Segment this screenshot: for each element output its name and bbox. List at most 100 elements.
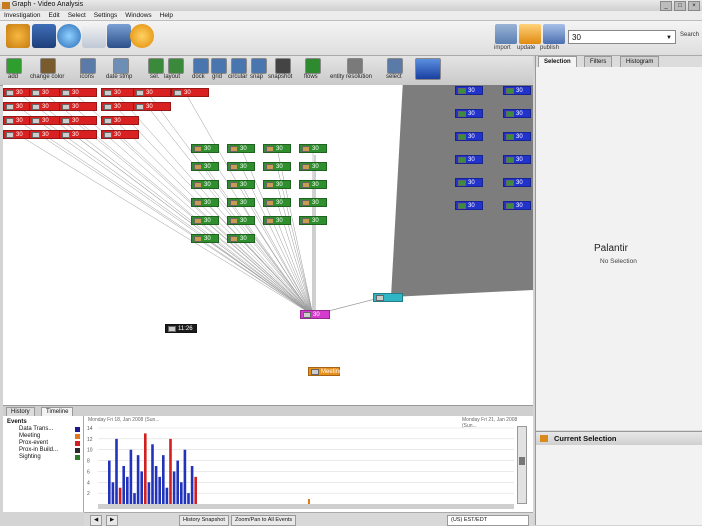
- current-selection-header[interactable]: Current Selection: [536, 431, 702, 446]
- tool-circular[interactable]: circular: [228, 74, 247, 80]
- icons-icon[interactable]: [80, 58, 96, 74]
- snap-icon[interactable]: [251, 58, 267, 74]
- menu-edit[interactable]: Edit: [49, 11, 60, 20]
- hub-node[interactable]: 30: [300, 310, 330, 319]
- tool-snapshot[interactable]: snapshot: [268, 74, 292, 80]
- tool-icons[interactable]: icons: [80, 74, 94, 80]
- add-icon[interactable]: [6, 58, 22, 74]
- event-sighting[interactable]: Sighting: [19, 454, 41, 460]
- graph-node[interactable]: 30: [503, 109, 531, 118]
- graph-node[interactable]: 30: [455, 132, 483, 141]
- minimize-icon[interactable]: _: [660, 1, 672, 11]
- slider-handle[interactable]: [519, 457, 525, 465]
- tool-date-stamp[interactable]: date stmp: [106, 74, 132, 80]
- tool-entity-resolution[interactable]: entity resolution: [330, 74, 372, 80]
- graph-node[interactable]: 30: [171, 88, 209, 97]
- globe-icon[interactable]: [57, 24, 81, 48]
- tool-flows[interactable]: flows: [304, 74, 318, 80]
- zoom-all-events-button[interactable]: Zoom/Pan to All Events: [231, 515, 297, 526]
- circular-icon[interactable]: [231, 58, 247, 74]
- graph-node[interactable]: 30: [191, 198, 219, 207]
- tool-select-all[interactable]: select: [386, 74, 402, 80]
- graph-node[interactable]: 30: [191, 162, 219, 171]
- select-all-icon[interactable]: [387, 58, 403, 74]
- graph-node[interactable]: 30: [227, 180, 255, 189]
- graph-node[interactable]: 30: [299, 180, 327, 189]
- graph-node[interactable]: 30: [263, 216, 291, 225]
- graph-app-icon[interactable]: [32, 24, 56, 48]
- layout-icon[interactable]: [168, 58, 184, 74]
- menu-settings[interactable]: Settings: [94, 11, 118, 20]
- timezone-select[interactable]: (US) EST/EDT: [447, 515, 529, 526]
- graph-node[interactable]: 30: [227, 234, 255, 243]
- graph-node[interactable]: 30: [455, 201, 483, 210]
- graph-node[interactable]: 30: [503, 155, 531, 164]
- select-icon[interactable]: [148, 58, 164, 74]
- graph-node[interactable]: 30: [299, 162, 327, 171]
- graph-node[interactable]: 30: [455, 109, 483, 118]
- chevron-down-icon[interactable]: ▼: [666, 31, 672, 45]
- event-prox-building[interactable]: Prox-in Build...: [19, 447, 58, 453]
- entity-resolution-icon[interactable]: [347, 58, 363, 74]
- import-label[interactable]: import: [494, 45, 511, 51]
- timeline-chart[interactable]: Monday Fri 18, Jan 2008 (Sun... Monday F…: [84, 416, 533, 512]
- close-icon[interactable]: ×: [688, 1, 700, 11]
- graph-node[interactable]: 30: [455, 86, 483, 95]
- graph-node[interactable]: 30: [503, 132, 531, 141]
- graph-node[interactable]: 30: [263, 144, 291, 153]
- maximize-icon[interactable]: □: [674, 1, 686, 11]
- tool-layout[interactable]: layout: [164, 74, 180, 80]
- forward-button[interactable]: ▶: [106, 515, 119, 526]
- tool-change-color[interactable]: change color: [30, 74, 64, 80]
- tool-snap[interactable]: snap: [250, 74, 263, 80]
- change-color-icon[interactable]: [40, 58, 56, 74]
- graph-node[interactable]: 30: [503, 86, 531, 95]
- graph-node[interactable]: 30: [263, 162, 291, 171]
- graph-node[interactable]: 30: [191, 234, 219, 243]
- graph-node[interactable]: 30: [455, 178, 483, 187]
- graph-node[interactable]: 30: [503, 201, 531, 210]
- graph-node[interactable]: 30: [299, 216, 327, 225]
- menu-windows[interactable]: Windows: [125, 11, 151, 20]
- connector-node[interactable]: [373, 293, 403, 302]
- graph-node[interactable]: 30: [59, 88, 97, 97]
- events-root[interactable]: Events: [7, 419, 27, 425]
- graph-node[interactable]: 30: [101, 116, 139, 125]
- graph-node[interactable]: 30: [59, 102, 97, 111]
- back-button[interactable]: ◀: [90, 515, 103, 526]
- menu-investigation[interactable]: Investigation: [4, 11, 41, 20]
- tool-add[interactable]: add: [8, 74, 18, 80]
- timeline-zoom-slider[interactable]: [517, 426, 527, 504]
- event-data-transfer[interactable]: Data Trans...: [19, 426, 53, 432]
- camera-icon[interactable]: [275, 58, 291, 74]
- graph-node[interactable]: 30: [133, 102, 171, 111]
- time-node[interactable]: 11:26: [165, 324, 197, 333]
- view-mode-icon[interactable]: [415, 58, 441, 80]
- graph-node[interactable]: 30: [227, 198, 255, 207]
- graph-node[interactable]: 30: [191, 216, 219, 225]
- tool-dock[interactable]: dock: [192, 74, 205, 80]
- dock-icon[interactable]: [193, 58, 209, 74]
- graph-node[interactable]: 30: [299, 144, 327, 153]
- publish-icon[interactable]: [543, 24, 565, 44]
- graph-node[interactable]: 30: [263, 180, 291, 189]
- graph-canvas[interactable]: 30 30 30 30 30 30 30 30 30 30 30 30 30 30 30 30 30 30 30 30…: [3, 85, 533, 405]
- update-label[interactable]: update: [517, 45, 535, 51]
- graph-node[interactable]: 30: [227, 216, 255, 225]
- graph-node[interactable]: 30: [455, 155, 483, 164]
- graph-node[interactable]: 30: [227, 144, 255, 153]
- publish-label[interactable]: publish: [540, 45, 559, 51]
- tool-select[interactable]: sel.: [150, 74, 159, 80]
- graph-node[interactable]: 30: [227, 162, 255, 171]
- import-icon[interactable]: [495, 24, 517, 44]
- graph-node[interactable]: 30: [59, 130, 97, 139]
- update-icon[interactable]: [519, 24, 541, 44]
- grid-icon[interactable]: [211, 58, 227, 74]
- graph-node[interactable]: 30: [503, 178, 531, 187]
- search-input[interactable]: 30 ▼: [568, 30, 676, 44]
- graph-node[interactable]: 30: [191, 144, 219, 153]
- meeting-node[interactable]: Meeting: [308, 367, 342, 376]
- event-prox[interactable]: Prox-event: [19, 440, 48, 446]
- info-icon[interactable]: [130, 24, 154, 48]
- graph-node[interactable]: 30: [299, 198, 327, 207]
